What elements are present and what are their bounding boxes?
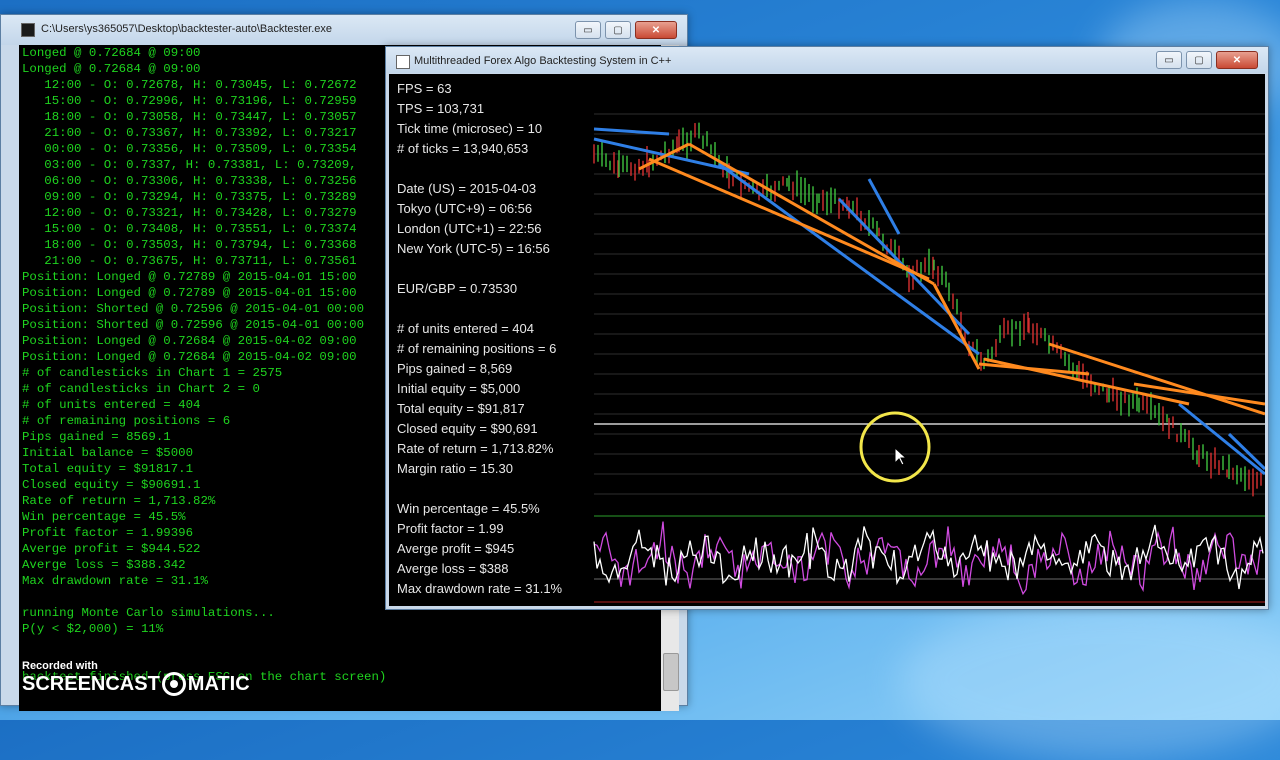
chart-titlebar[interactable]: Multithreaded Forex Algo Backtesting Sys… <box>386 47 1268 73</box>
chart-minimize-button[interactable]: ▭ <box>1156 51 1182 69</box>
watermark-recorded-label: Recorded with <box>22 660 98 672</box>
trend-line-blue <box>718 162 980 356</box>
cursor-highlight <box>859 411 931 483</box>
stat-line: New York (UTC-5) = 16:56 <box>397 241 550 256</box>
stat-line: EUR/GBP = 0.73530 <box>397 281 518 296</box>
console-title: C:\Users\ys365057\Desktop\backtester-aut… <box>41 23 333 35</box>
stat-spacer <box>397 299 597 319</box>
stat-line: Initial equity = $5,000 <box>397 381 521 396</box>
stat-line: # of remaining positions = 6 <box>397 341 557 356</box>
chart-window[interactable]: Multithreaded Forex Algo Backtesting Sys… <box>385 46 1269 610</box>
watermark-brand-left: SCREENCAST <box>22 672 160 695</box>
screencast-logo-icon <box>161 672 186 696</box>
stat-spacer <box>397 259 597 279</box>
oscillator-line-magenta <box>593 521 1264 596</box>
chart-canvas[interactable]: FPS = 63 TPS = 103,731 Tick time (microsec… <box>389 74 1265 606</box>
stat-line: Closed equity = $90,691 <box>397 421 538 436</box>
maximize-button[interactable]: ▢ <box>605 21 631 39</box>
desktop-light-streak <box>900 600 1280 760</box>
mouse-pointer-icon <box>894 446 908 466</box>
stat-line: Rate of return = 1,713.82% <box>397 441 554 456</box>
stat-line: Tokyo (UTC+9) = 06:56 <box>397 201 533 216</box>
chart-close-button[interactable]: ✕ <box>1216 51 1258 69</box>
stat-line: Averge loss = $388 <box>397 561 509 576</box>
stat-line: TPS = 103,731 <box>397 101 485 116</box>
console-app-icon <box>21 23 35 37</box>
stat-line: London (UTC+1) = 22:56 <box>397 221 542 236</box>
stat-line: Profit factor = 1.99 <box>397 521 504 536</box>
stat-line: Total equity = $91,817 <box>397 401 525 416</box>
stat-line: Margin ratio = 15.30 <box>397 461 513 476</box>
stat-line: Pips gained = 8,569 <box>397 361 513 376</box>
watermark-brand-right: MATIC <box>187 672 250 695</box>
stat-line: Tick time (microsec) = 10 <box>397 121 543 136</box>
trend-line-blue <box>1227 432 1265 471</box>
stat-line: # of ticks = 13,940,653 <box>397 141 529 156</box>
stat-line: FPS = 63 <box>397 81 452 96</box>
screencast-watermark: Recorded with SCREENCAST MATIC <box>22 660 250 696</box>
close-button[interactable]: ✕ <box>635 21 677 39</box>
trend-line-orange <box>983 357 1190 406</box>
stat-spacer <box>397 479 597 499</box>
stat-line: Win percentage = 45.5% <box>397 501 540 516</box>
console-line: P(y < $2,000) = 11% <box>22 622 164 636</box>
stat-line: Averge profit = $945 <box>397 541 515 556</box>
stat-line: Date (US) = 2015-04-03 <box>397 181 537 196</box>
stats-panel: FPS = 63 TPS = 103,731 Tick time (microsec… <box>397 79 597 599</box>
stat-spacer <box>397 159 597 179</box>
scrollbar-thumb[interactable] <box>663 653 679 691</box>
console-titlebar[interactable]: C:\Users\ys365057\Desktop\backtester-aut… <box>1 15 687 45</box>
stat-line: # of units entered = 404 <box>397 321 534 336</box>
stat-line: Max drawdown rate = 31.1% <box>397 581 563 596</box>
trend-line-blue <box>593 127 670 136</box>
minimize-button[interactable]: ▭ <box>575 21 601 39</box>
trend-line-blue <box>1178 402 1265 476</box>
chart-app-icon <box>396 55 410 69</box>
chart-window-title: Multithreaded Forex Algo Backtesting Sys… <box>414 55 672 67</box>
chart-maximize-button[interactable]: ▢ <box>1186 51 1212 69</box>
